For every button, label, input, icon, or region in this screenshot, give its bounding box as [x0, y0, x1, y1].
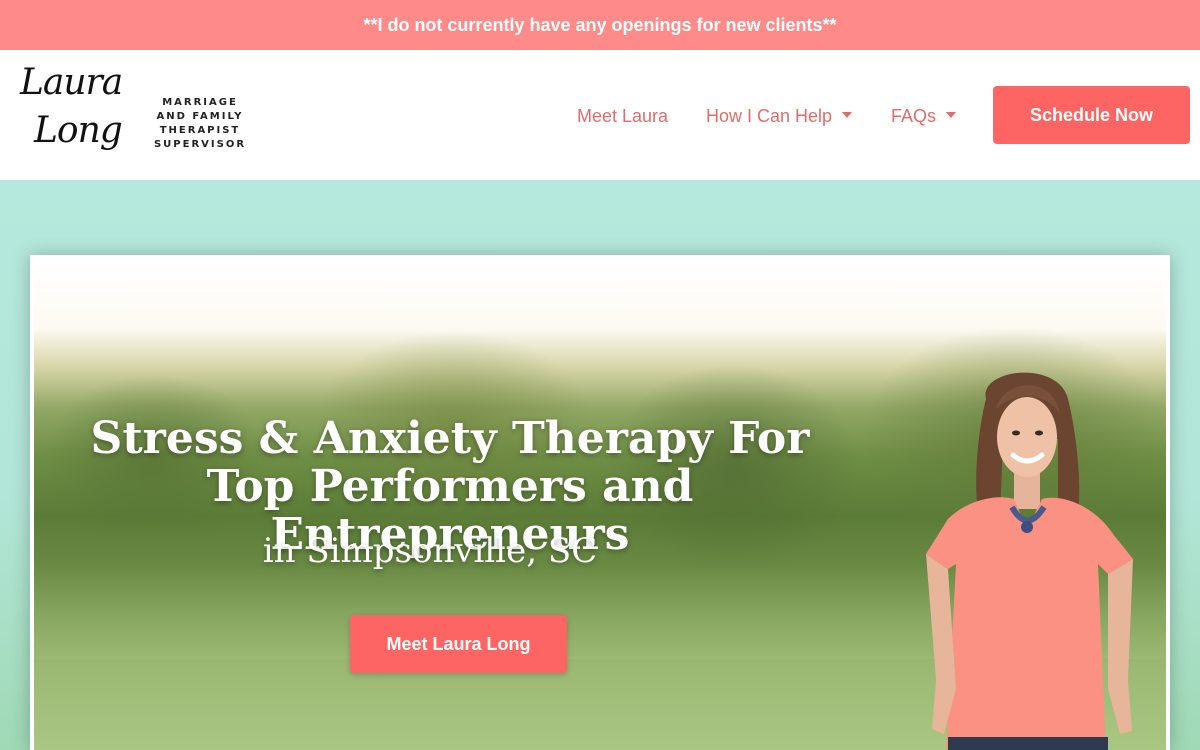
caret-down-icon	[946, 112, 957, 119]
logo-script-first: Laura	[20, 62, 123, 103]
portrait-image	[926, 372, 1133, 750]
nav-how-i-can-help[interactable]: How I Can Help	[706, 104, 853, 128]
nav-how-i-can-help-label: How I Can Help	[706, 106, 833, 126]
meet-laura-long-button[interactable]: Meet Laura Long	[350, 615, 567, 673]
caret-down-icon	[842, 112, 853, 119]
nav-meet-laura[interactable]: Meet Laura	[577, 104, 668, 128]
nav-faqs-label: FAQs	[891, 106, 937, 126]
nav-faqs[interactable]: FAQs	[891, 104, 957, 128]
logo-script: Laura Long	[10, 60, 140, 172]
hero-card: Stress & Anxiety Therapy For Top Perform…	[30, 255, 1170, 750]
site-logo[interactable]: Laura Long Marriage and Family Therapist…	[10, 60, 250, 172]
schedule-now-button[interactable]: Schedule Now	[993, 86, 1190, 144]
logo-tagline: Marriage and Family Therapist Supervisor	[153, 97, 247, 150]
logo-script-last: Long	[34, 110, 123, 151]
nav-meet-laura-label: Meet Laura	[577, 106, 669, 126]
site-header: Laura Long Marriage and Family Therapist…	[0, 50, 1200, 180]
announcement-bar: **I do not currently have any openings f…	[0, 0, 1200, 50]
hero-subheadline: in Simpsonville, SC	[262, 531, 598, 571]
